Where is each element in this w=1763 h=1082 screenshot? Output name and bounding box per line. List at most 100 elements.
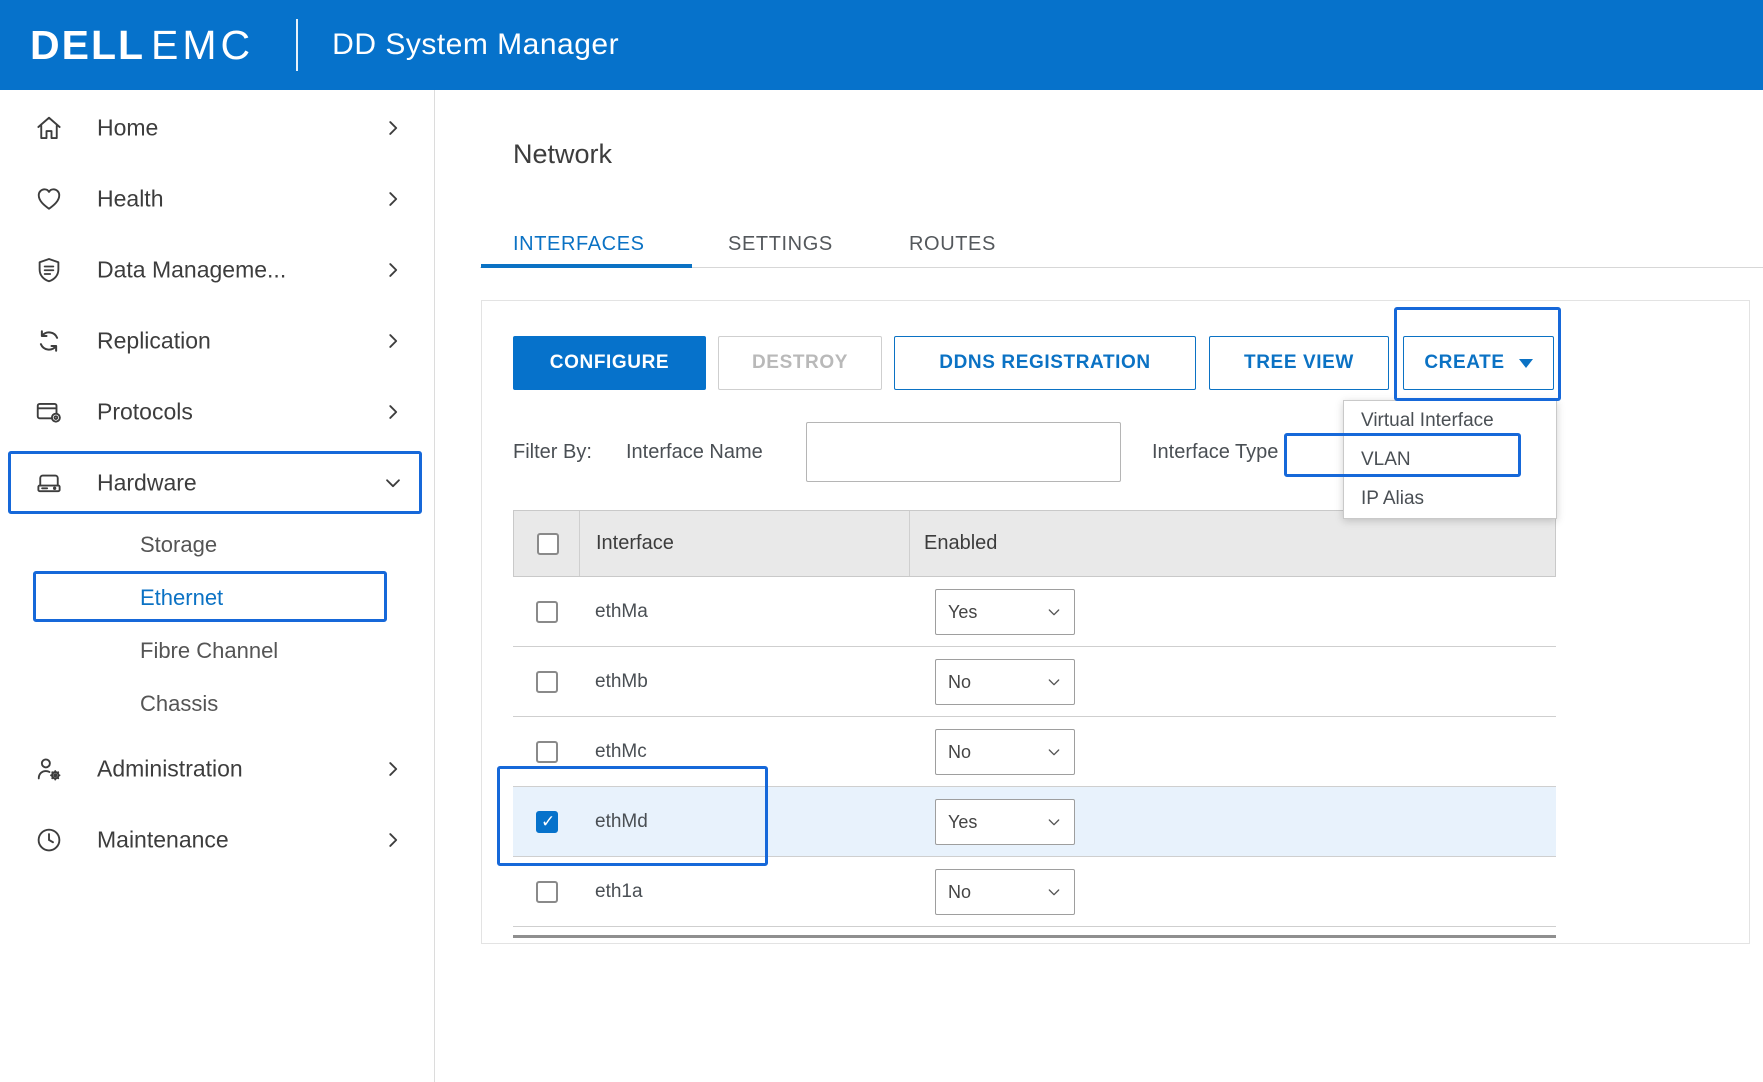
sidebar-subitem-label: Fibre Channel: [140, 638, 278, 664]
enabled-value: No: [948, 672, 971, 693]
sidebar-item-administration[interactable]: Administration: [0, 733, 435, 804]
sidebar-subitem-ethernet[interactable]: Ethernet: [0, 571, 435, 624]
heart-icon: [34, 184, 64, 214]
enabled-select[interactable]: No: [935, 729, 1075, 775]
tab-settings[interactable]: SETTINGS: [728, 233, 833, 256]
enabled-select[interactable]: Yes: [935, 589, 1075, 635]
ddns-registration-button[interactable]: DDNS REGISTRATION: [894, 336, 1196, 390]
sidebar-item-label: Health: [97, 185, 163, 212]
table-scrollbar[interactable]: [513, 935, 1556, 938]
sidebar-item-label: Data Manageme...: [97, 256, 286, 283]
sidebar-item-data-management[interactable]: Data Manageme...: [0, 234, 435, 305]
shield-icon: [34, 255, 64, 285]
chevron-right-icon: [382, 330, 404, 352]
tree-view-button[interactable]: TREE VIEW: [1209, 336, 1389, 390]
chevron-down-icon: [1046, 884, 1062, 900]
enabled-value: Yes: [948, 812, 977, 833]
sidebar-subitem-label: Chassis: [140, 691, 218, 717]
chevron-right-icon: [382, 829, 404, 851]
chevron-right-icon: [382, 758, 404, 780]
sidebar-item-maintenance[interactable]: Maintenance: [0, 804, 435, 875]
sidebar-item-home[interactable]: Home: [0, 92, 435, 163]
tab-interfaces[interactable]: INTERFACES: [513, 233, 645, 256]
chevron-down-icon: [1046, 744, 1062, 760]
sidebar-item-protocols[interactable]: Protocols: [0, 376, 435, 447]
interface-name-cell: ethMb: [595, 647, 648, 716]
row-checkbox[interactable]: [536, 671, 558, 693]
app-title: DD System Manager: [332, 28, 619, 62]
enabled-select[interactable]: No: [935, 869, 1075, 915]
interface-name-cell: ethMc: [595, 717, 647, 786]
table-row[interactable]: ethMc No: [513, 717, 1556, 787]
sync-icon: [34, 326, 64, 356]
menu-item-vlan[interactable]: VLAN: [1344, 440, 1556, 479]
sidebar-subitem-fibre-channel[interactable]: Fibre Channel: [0, 624, 435, 677]
column-header-interface: Interface: [596, 511, 674, 576]
chevron-down-icon: [382, 472, 404, 494]
admin-user-gear-icon: [34, 754, 64, 784]
chevron-right-icon: [382, 401, 404, 423]
create-dropdown-menu: Virtual Interface VLAN IP Alias: [1343, 400, 1557, 519]
enabled-select[interactable]: No: [935, 659, 1075, 705]
enabled-select[interactable]: Yes: [935, 799, 1075, 845]
column-divider: [909, 511, 910, 576]
chevron-right-icon: [382, 188, 404, 210]
hardware-icon: [34, 468, 64, 498]
brand-dell: DELL: [30, 22, 145, 69]
interface-name-input[interactable]: [806, 422, 1121, 482]
chevron-down-icon: [1046, 604, 1062, 620]
brand-emc: EMC: [151, 22, 254, 69]
sidebar-item-label: Home: [97, 114, 158, 141]
table-row[interactable]: eth1a No: [513, 857, 1556, 927]
sidebar-item-hardware[interactable]: Hardware: [0, 447, 435, 518]
enabled-value: No: [948, 742, 971, 763]
row-checkbox[interactable]: [536, 881, 558, 903]
table-header: Interface Enabled: [513, 510, 1556, 577]
chevron-right-icon: [382, 117, 404, 139]
caret-down-icon: [1519, 359, 1533, 368]
interface-name-cell: ethMa: [595, 577, 648, 646]
app-header: DELL EMC DD System Manager: [0, 0, 1763, 90]
interface-name-label: Interface Name: [626, 441, 763, 464]
create-button[interactable]: CREATE: [1403, 336, 1554, 390]
interface-name-cell: ethMd: [595, 787, 648, 856]
destroy-button[interactable]: DESTROY: [718, 336, 882, 390]
table-row[interactable]: ethMb No: [513, 647, 1556, 717]
dd-system-manager-screen: DELL EMC DD System Manager Home Health: [0, 0, 1763, 1082]
table-row[interactable]: ethMd Yes: [513, 787, 1556, 857]
sidebar-subitem-label: Storage: [140, 532, 217, 558]
sidebar-item-health[interactable]: Health: [0, 163, 435, 234]
sidebar-item-label: Protocols: [97, 398, 193, 425]
interface-type-label: Interface Type: [1152, 441, 1278, 464]
row-checkbox[interactable]: [536, 741, 558, 763]
row-checkbox[interactable]: [536, 601, 558, 623]
configure-button[interactable]: CONFIGURE: [513, 336, 706, 390]
interface-name-cell: eth1a: [595, 857, 643, 926]
page-title: Network: [513, 139, 612, 170]
sidebar-item-replication[interactable]: Replication: [0, 305, 435, 376]
column-divider: [579, 511, 580, 576]
active-tab-underline: [481, 264, 692, 268]
sidebar-item-label: Hardware: [97, 469, 197, 496]
chevron-down-icon: [1046, 814, 1062, 830]
clock-icon: [34, 825, 64, 855]
sidebar-subitem-label: Ethernet: [140, 585, 223, 611]
menu-item-ip-alias[interactable]: IP Alias: [1344, 479, 1556, 518]
sidebar-item-label: Replication: [97, 327, 211, 354]
column-header-enabled: Enabled: [924, 511, 997, 576]
menu-item-virtual-interface[interactable]: Virtual Interface: [1344, 401, 1556, 440]
enabled-value: Yes: [948, 602, 977, 623]
tab-routes[interactable]: ROUTES: [909, 233, 996, 256]
chevron-right-icon: [382, 259, 404, 281]
select-all-checkbox[interactable]: [537, 533, 559, 555]
table-row[interactable]: ethMa Yes: [513, 577, 1556, 647]
sidebar-nav: Home Health Data Manageme...: [0, 90, 435, 1082]
home-icon: [34, 113, 64, 143]
chevron-down-icon: [1046, 674, 1062, 690]
sidebar-subitem-chassis[interactable]: Chassis: [0, 677, 435, 730]
row-checkbox[interactable]: [536, 811, 558, 833]
sidebar-subitem-storage[interactable]: Storage: [0, 518, 435, 571]
enabled-value: No: [948, 882, 971, 903]
dell-emc-logo: DELL EMC: [30, 22, 254, 69]
create-button-label: CREATE: [1424, 352, 1504, 374]
